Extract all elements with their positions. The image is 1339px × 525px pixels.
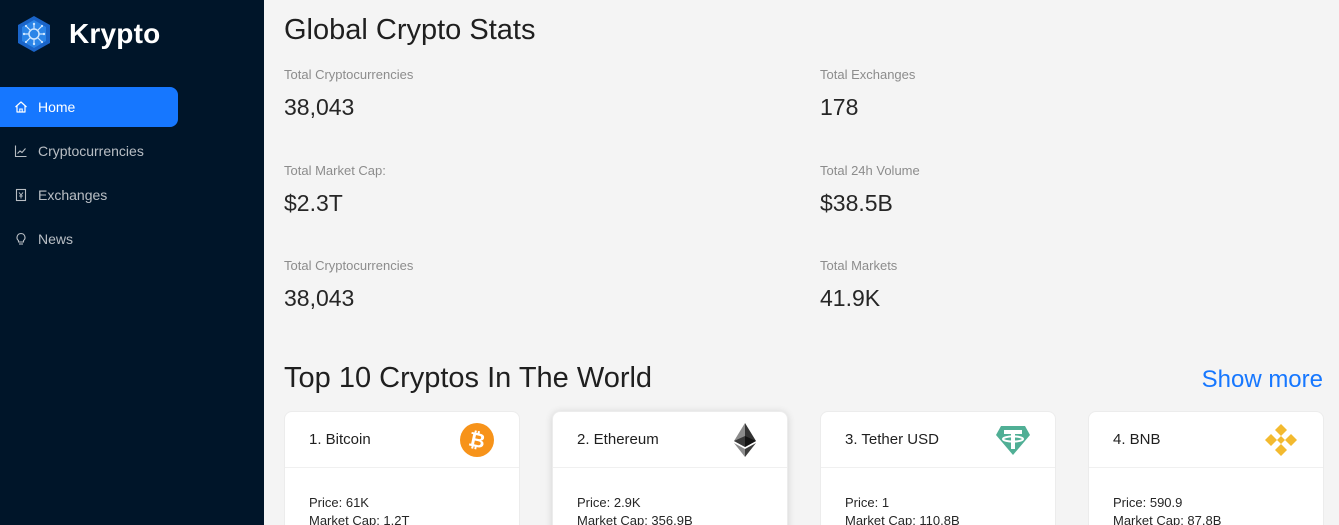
bitcoin-icon: ₿: [460, 422, 494, 457]
show-more-link[interactable]: Show more: [1202, 366, 1323, 394]
card-market-cap: Market Cap: 110.8B: [845, 513, 960, 525]
sidebar: Krypto Home Cryptocurrencies Exchanges N…: [0, 0, 264, 525]
stat-value: $38.5B: [820, 190, 893, 216]
brand[interactable]: Krypto: [14, 14, 160, 54]
sidebar-item-label: Cryptocurrencies: [38, 143, 144, 159]
crypto-card-bnb[interactable]: 4. BNB Price: 590.9 Market Cap: 87.8B: [1088, 411, 1324, 525]
card-price: Price: 1: [845, 495, 890, 510]
stat-label: Total Market Cap:: [284, 163, 386, 178]
stat-total-exchanges: Total Exchanges 178: [820, 67, 915, 121]
bulb-icon: [14, 232, 28, 246]
card-market-cap: Market Cap: 356.9B: [577, 513, 693, 525]
brand-name[interactable]: Krypto: [69, 18, 160, 50]
stat-total-24h-volume: Total 24h Volume $38.5B: [820, 163, 920, 217]
card-price: Price: 590.9: [1113, 495, 1183, 510]
card-header: 4. BNB: [1089, 412, 1323, 468]
stat-label: Total Exchanges: [820, 67, 916, 82]
bnb-icon: [1265, 423, 1297, 456]
card-title: 4. BNB: [1113, 431, 1161, 448]
stat-value: 38,043: [284, 94, 355, 120]
card-price: Price: 61K: [309, 495, 369, 510]
card-market-cap: Market Cap: 87.8B: [1113, 513, 1222, 525]
stat-value: $2.3T: [284, 190, 343, 216]
card-price: Price: 2.9K: [577, 495, 641, 510]
sidebar-item-home[interactable]: Home: [0, 87, 178, 127]
stat-total-cryptocurrencies-2: Total Cryptocurrencies 38,043: [284, 258, 413, 312]
line-chart-icon: [14, 144, 28, 158]
stat-label: Total Cryptocurrencies: [284, 258, 414, 273]
card-title: 2. Ethereum: [577, 431, 659, 448]
crypto-card-bitcoin[interactable]: 1. Bitcoin ₿ Price: 61K Market Cap: 1.2T: [284, 411, 520, 525]
card-header: 2. Ethereum: [553, 412, 787, 468]
hexagon-chip-logo-icon: [18, 16, 50, 52]
money-collect-icon: [14, 188, 28, 202]
sidebar-item-label: Exchanges: [38, 187, 108, 203]
sidebar-item-label: News: [38, 231, 74, 247]
card-title: 1. Bitcoin: [309, 431, 371, 448]
card-body: Price: 61K Market Cap: 1.2T: [285, 468, 519, 525]
card-header: 3. Tether USD: [821, 412, 1055, 468]
section-title-top-cryptos: Top 10 Cryptos In The World: [284, 362, 653, 394]
sidebar-item-cryptocurrencies[interactable]: Cryptocurrencies: [0, 131, 178, 171]
stat-total-cryptocurrencies: Total Cryptocurrencies 38,043: [284, 67, 413, 121]
sidebar-menu: Home Cryptocurrencies Exchanges News: [0, 87, 264, 263]
card-header: 1. Bitcoin ₿: [285, 412, 519, 468]
ethereum-icon: [734, 422, 756, 457]
home-icon: [14, 100, 28, 114]
card-title: 3. Tether USD: [845, 431, 939, 448]
stat-label: Total Markets: [820, 258, 898, 273]
card-body: Price: 590.9 Market Cap: 87.8B: [1089, 468, 1323, 525]
stat-value: 38,043: [284, 285, 355, 311]
sidebar-item-exchanges[interactable]: Exchanges: [0, 175, 178, 215]
sidebar-item-news[interactable]: News: [0, 219, 178, 259]
card-body: Price: 2.9K Market Cap: 356.9B: [553, 468, 787, 525]
stat-value: 41.9K: [820, 285, 881, 311]
stat-total-markets: Total Markets 41.9K: [820, 258, 897, 312]
card-body: Price: 1 Market Cap: 110.8B: [821, 468, 1055, 525]
main-content: Global Crypto Stats Total Cryptocurrenci…: [264, 0, 1339, 525]
crypto-card-tether[interactable]: 3. Tether USD Price: 1 Market Cap: 110.8…: [820, 411, 1056, 525]
page-title: Global Crypto Stats: [284, 14, 536, 46]
tether-icon: [996, 425, 1030, 455]
sidebar-item-label: Home: [38, 99, 76, 115]
crypto-card-ethereum[interactable]: 2. Ethereum Price: 2.9K Market Cap: 356.…: [552, 411, 788, 525]
stat-label: Total 24h Volume: [820, 163, 920, 178]
card-market-cap: Market Cap: 1.2T: [309, 513, 410, 525]
stat-value: 178: [820, 94, 859, 120]
stat-label: Total Cryptocurrencies: [284, 67, 414, 82]
stat-total-market-cap: Total Market Cap: $2.3T: [284, 163, 386, 217]
